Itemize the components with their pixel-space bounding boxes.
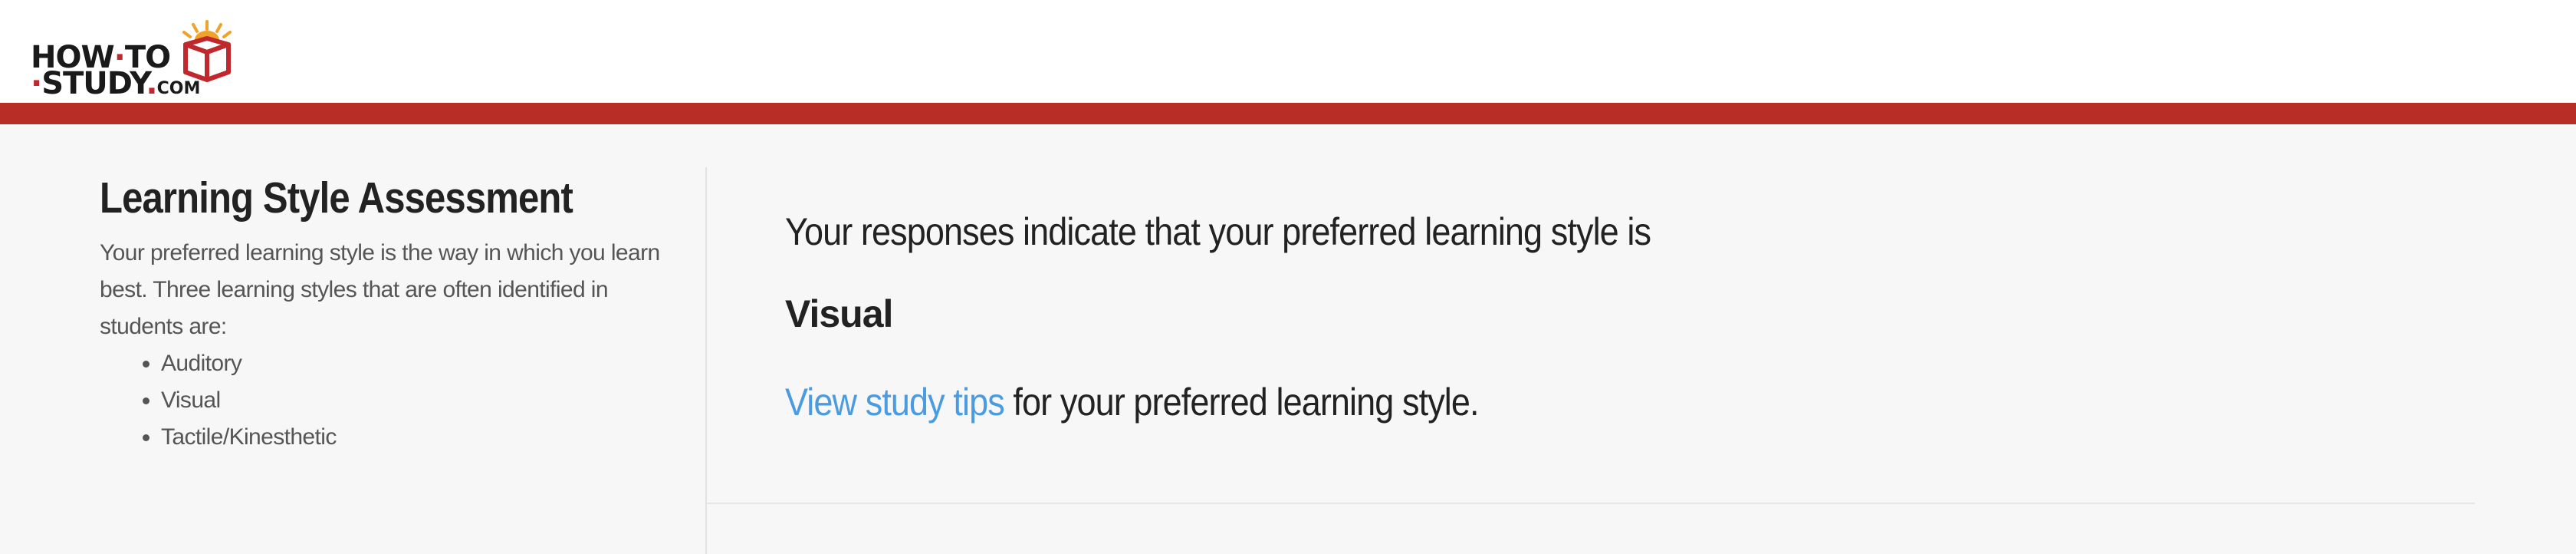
list-item-visual: Visual	[161, 382, 667, 419]
view-study-tips-link[interactable]: View study tips	[785, 381, 1005, 424]
study-tips-line: View study tips for your preferred learn…	[785, 371, 2303, 433]
result-text: Your responses indicate that your prefer…	[785, 210, 1651, 253]
preferred-style: Visual	[785, 292, 893, 335]
study-tips-suffix: for your preferred learning style.	[1004, 381, 1479, 424]
list-item-tactile: Tactile/Kinesthetic	[161, 419, 667, 456]
assessment-result: Your responses indicate that your prefer…	[785, 201, 2472, 433]
list-item-auditory: Auditory	[161, 345, 667, 382]
horizontal-divider	[707, 503, 2475, 504]
header-accent-bar	[0, 103, 2576, 124]
book-sun-icon	[182, 20, 232, 82]
page-title: Learning Style Assessment	[100, 173, 573, 223]
site-header: HOW·TO ·STUDY.COM	[0, 0, 2576, 103]
learning-styles-list: Auditory Visual Tactile/Kinesthetic	[100, 345, 667, 456]
sidebar-description: Your preferred learning style is the way…	[100, 240, 660, 339]
assessment-sidebar: Learning Style Assessment Your preferred…	[100, 167, 667, 456]
site-logo[interactable]: HOW·TO ·STUDY.COM	[31, 20, 232, 101]
vertical-divider	[705, 167, 707, 554]
